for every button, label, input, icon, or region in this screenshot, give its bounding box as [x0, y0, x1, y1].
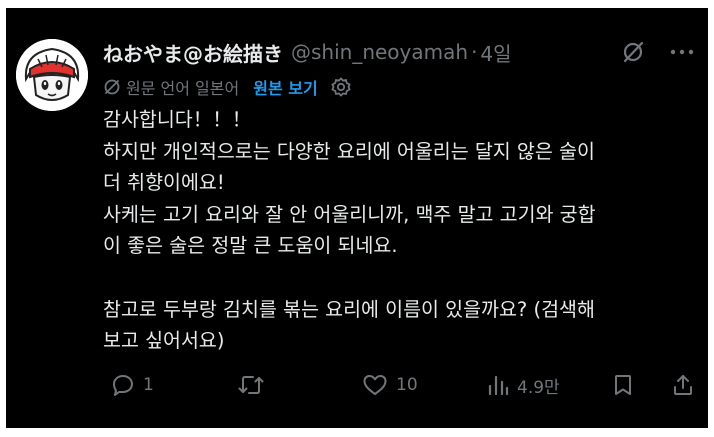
text-line-blank: [103, 262, 695, 294]
reply-button[interactable]: 1: [111, 367, 154, 403]
text-line: 감사합니다！！！: [103, 108, 252, 131]
like-count: 10: [396, 375, 418, 395]
tweet-header: ねおやま@お絵描き @shin_neoyamah · 4일: [103, 35, 512, 69]
reply-count: 1: [143, 375, 154, 395]
reply-icon: [111, 373, 135, 397]
text-line: 참고로 두부랑 김치를 볶는 요리에 이름이 있을까요? (검색해: [103, 297, 595, 321]
views-count: 4.9만: [517, 377, 560, 398]
avatar[interactable]: [16, 39, 88, 111]
bookmark-icon: [613, 373, 633, 397]
translation-bar: 원문 언어 일본어 원본 보기: [103, 74, 352, 100]
views-icon: [487, 373, 509, 397]
display-name[interactable]: ねおやま@お絵描き: [103, 38, 283, 67]
views-button[interactable]: 4.9만: [487, 367, 560, 403]
share-icon: [672, 373, 694, 397]
text-line: 하지만 개인적으로는 다양한 요리에 어울리는 달지 않은 술이: [103, 139, 595, 163]
like-button[interactable]: 10: [362, 367, 418, 403]
translate-icon: [103, 78, 121, 96]
action-bar: 1 10 4.9만: [103, 367, 695, 403]
retweet-icon: [238, 373, 264, 397]
like-icon: [362, 373, 388, 397]
bookmark-button[interactable]: [613, 367, 633, 403]
grok-icon[interactable]: [620, 39, 646, 65]
show-original-link[interactable]: 원본 보기: [253, 75, 317, 99]
text-line: 더 취향이에요!: [103, 171, 225, 195]
more-icon[interactable]: [670, 48, 694, 56]
tweet-card: ねおやま@お絵描き @shin_neoyamah · 4일 원문 언어 일본어 …: [6, 8, 708, 428]
separator: ·: [471, 40, 478, 64]
text-line: 사케는 고기 요리와 잘 안 어울리니까, 맥주 말고 고기와 궁합: [103, 202, 596, 226]
text-line: 이 좋은 술은 정말 큰 도움이 되네요.: [103, 234, 398, 258]
text-line: 보고 싶어서요): [103, 329, 225, 353]
user-handle[interactable]: @shin_neoyamah: [291, 40, 468, 64]
translation-label: 원문 언어 일본어: [126, 79, 240, 98]
top-actions: [620, 39, 694, 65]
timestamp[interactable]: 4일: [480, 38, 511, 67]
share-button[interactable]: [672, 367, 694, 403]
retweet-button[interactable]: [238, 367, 272, 403]
gear-icon[interactable]: [330, 76, 352, 98]
tweet-text: 감사합니다！！！ 하지만 개인적으로는 다양한 요리에 어울리는 달지 않은 술…: [103, 104, 695, 357]
